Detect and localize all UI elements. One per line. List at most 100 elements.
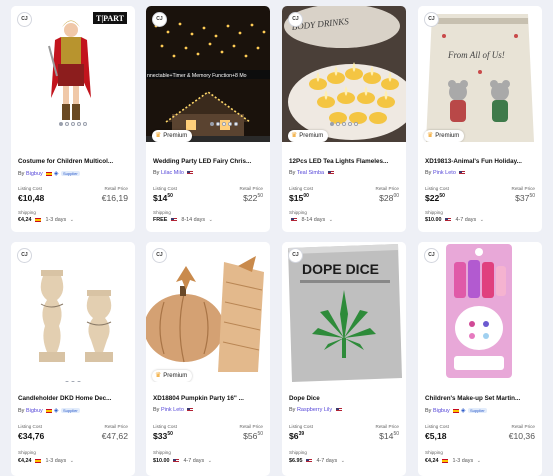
retail-price-label: Retail Price [375, 424, 400, 429]
shipping-selector[interactable]: 8-14 days ⌄ [289, 217, 333, 223]
shipping-label: Shipping [18, 210, 36, 215]
listing-cost-label: Listing Cost [289, 424, 314, 429]
us-flag-icon [445, 217, 451, 222]
shipping-selector[interactable]: €4,24 1-3 days ⌄ [425, 458, 481, 464]
us-flag-icon [459, 170, 466, 175]
listing-cost-label: Listing Cost [425, 186, 450, 191]
retail-price-label: Retail Price [239, 186, 264, 191]
seller-line: By Bigbuy ◈ Supplier [18, 408, 80, 414]
retail-price-label: Retail Price [511, 186, 536, 191]
seller-line: By Raspberry Lily [289, 407, 342, 413]
product-title[interactable]: 12Pcs LED Tea Lights Flameles... [289, 158, 401, 165]
product-image[interactable]: CJ [418, 242, 542, 382]
product-image[interactable]: T|PART CJ [11, 6, 135, 142]
listing-cost: $1450 [153, 193, 173, 203]
image-carousel-dots[interactable] [11, 122, 135, 126]
chevron-down-icon[interactable]: ⌄ [480, 217, 484, 223]
shipping-label: Shipping [153, 450, 171, 455]
seller-link[interactable]: Pink Leto [433, 170, 456, 176]
supplier-badge: Supplier [61, 408, 80, 414]
listing-cost-label: Listing Cost [425, 424, 450, 429]
image-carousel-dots[interactable] [194, 122, 254, 126]
chevron-down-icon[interactable]: ⌄ [477, 458, 481, 464]
chevron-down-icon[interactable]: ⌄ [329, 217, 333, 223]
shipping-selector[interactable]: FREE 8-14 days ⌄ [153, 217, 213, 223]
image-carousel-dots[interactable] [11, 381, 135, 382]
product-card[interactable]: From All of Us! CJ ♛ Premium XD19813-Anim… [418, 6, 542, 232]
product-card[interactable]: nnectable+Timer & Memory Function+8 Mo C… [146, 6, 270, 232]
chevron-down-icon[interactable]: ⌄ [341, 458, 345, 464]
product-image[interactable]: DOPE DICE CJ [282, 242, 406, 382]
seller-link[interactable]: Raspberry Lily [297, 407, 332, 413]
product-card[interactable]: CJ ♛ Premium XD18804 Pumpkin Party 16" ..… [146, 242, 270, 476]
us-flag-icon [170, 217, 177, 222]
product-image[interactable]: BODY DRINKS CJ ♛ Premium [282, 6, 406, 142]
product-title[interactable]: Wedding Party LED Fairy Chris... [153, 158, 265, 165]
retail-price-label: Retail Price [104, 186, 129, 191]
shipping-selector[interactable]: $10.00 4-7 days ⌄ [153, 458, 212, 464]
product-title[interactable]: Children's Make-up Set Martin... [425, 395, 537, 402]
seller-link[interactable]: Lilac Milo [161, 170, 184, 176]
product-title[interactable]: Candleholder DKD Home Dec... [18, 395, 130, 402]
seller-link[interactable]: Bigbuy [26, 408, 43, 414]
chevron-down-icon[interactable]: ⌄ [70, 458, 74, 464]
chevron-down-icon[interactable]: ⌄ [208, 458, 212, 464]
premium-badge: ♛ Premium [152, 130, 193, 142]
us-flag-icon [187, 407, 194, 412]
seller-line: By Bigbuy ◈ Supplier [425, 408, 487, 414]
retail-price-label: Retail Price [239, 424, 264, 429]
source-logo: CJ [152, 12, 167, 27]
product-image[interactable]: nnectable+Timer & Memory Function+8 Mo C… [146, 6, 270, 142]
product-card[interactable]: CJ Candleholder DKD Home Dec... By Bigbu… [11, 242, 135, 476]
product-card[interactable]: BODY DRINKS CJ ♛ Premium 12Pcs LED Tea Li… [282, 6, 406, 232]
shipping-selector[interactable]: €4,24 1-3 days ⌄ [18, 458, 74, 464]
shipping-cost: $10.00 [425, 217, 442, 223]
product-title[interactable]: Dope Dice [289, 395, 401, 402]
retail-price: €16,19 [101, 193, 128, 203]
shipping-selector[interactable]: €4,24 1-3 days ⌄ [18, 217, 74, 223]
product-title[interactable]: Costume for Children Multicol... [18, 158, 130, 165]
supplier-badge: Supplier [468, 408, 487, 414]
shipping-days: 1-3 days [45, 458, 67, 464]
seller-link[interactable]: Bigbuy [26, 171, 43, 177]
verified-icon: ◈ [53, 171, 59, 177]
retail-price-label: Retail Price [375, 186, 400, 191]
spain-flag-icon [35, 458, 41, 463]
product-image[interactable]: CJ ♛ Premium [146, 242, 270, 382]
seller-link[interactable]: Bigbuy [433, 408, 450, 414]
retail-price: $3750 [515, 193, 535, 203]
source-logo: CJ [288, 248, 303, 263]
product-card[interactable]: CJ Children's Make-up Set Martin... By B… [418, 242, 542, 476]
product-title[interactable]: XD18804 Pumpkin Party 16" ... [153, 395, 265, 402]
retail-price: $2250 [243, 193, 263, 203]
shipping-selector[interactable]: $6.95 4-7 days ⌄ [289, 458, 345, 464]
source-logo: CJ [288, 12, 303, 27]
chevron-down-icon[interactable]: ⌄ [70, 217, 74, 223]
listing-cost: $3350 [153, 431, 173, 441]
listing-cost: $1500 [289, 193, 309, 203]
shipping-cost: $6.95 [289, 458, 303, 464]
product-image[interactable]: CJ [11, 242, 135, 382]
chevron-down-icon[interactable]: ⌄ [209, 217, 213, 223]
product-title[interactable]: XD19813-Animal's Fun Holiday... [425, 158, 537, 165]
retail-price: €47,62 [101, 431, 128, 441]
seller-link[interactable]: Teal Simba [297, 170, 324, 176]
product-card[interactable]: DOPE DICE CJ Dope Dice By Raspberry Lily… [282, 242, 406, 476]
retail-price: $1450 [379, 431, 399, 441]
svg-text:T|PART: T|PART [96, 14, 125, 23]
shipping-cost: €4,24 [18, 458, 32, 464]
shipping-days: 1-3 days [45, 217, 67, 223]
shipping-days: 4-7 days [455, 217, 477, 223]
spain-flag-icon [46, 171, 53, 176]
image-carousel-dots[interactable] [282, 122, 406, 126]
us-flag-icon [173, 458, 179, 463]
crown-icon: ♛ [291, 132, 298, 139]
product-card[interactable]: T|PART CJ Costume for Children Multicol.… [11, 6, 135, 232]
product-image[interactable]: From All of Us! CJ ♛ Premium [418, 6, 542, 142]
seller-line: By Teal Simba [289, 170, 334, 176]
shipping-selector[interactable]: $10.00 4-7 days ⌄ [425, 217, 484, 223]
premium-badge: ♛ Premium [288, 130, 329, 142]
crown-icon: ♛ [427, 132, 434, 139]
seller-link[interactable]: Pink Leto [161, 407, 184, 413]
source-logo: CJ [17, 12, 32, 27]
